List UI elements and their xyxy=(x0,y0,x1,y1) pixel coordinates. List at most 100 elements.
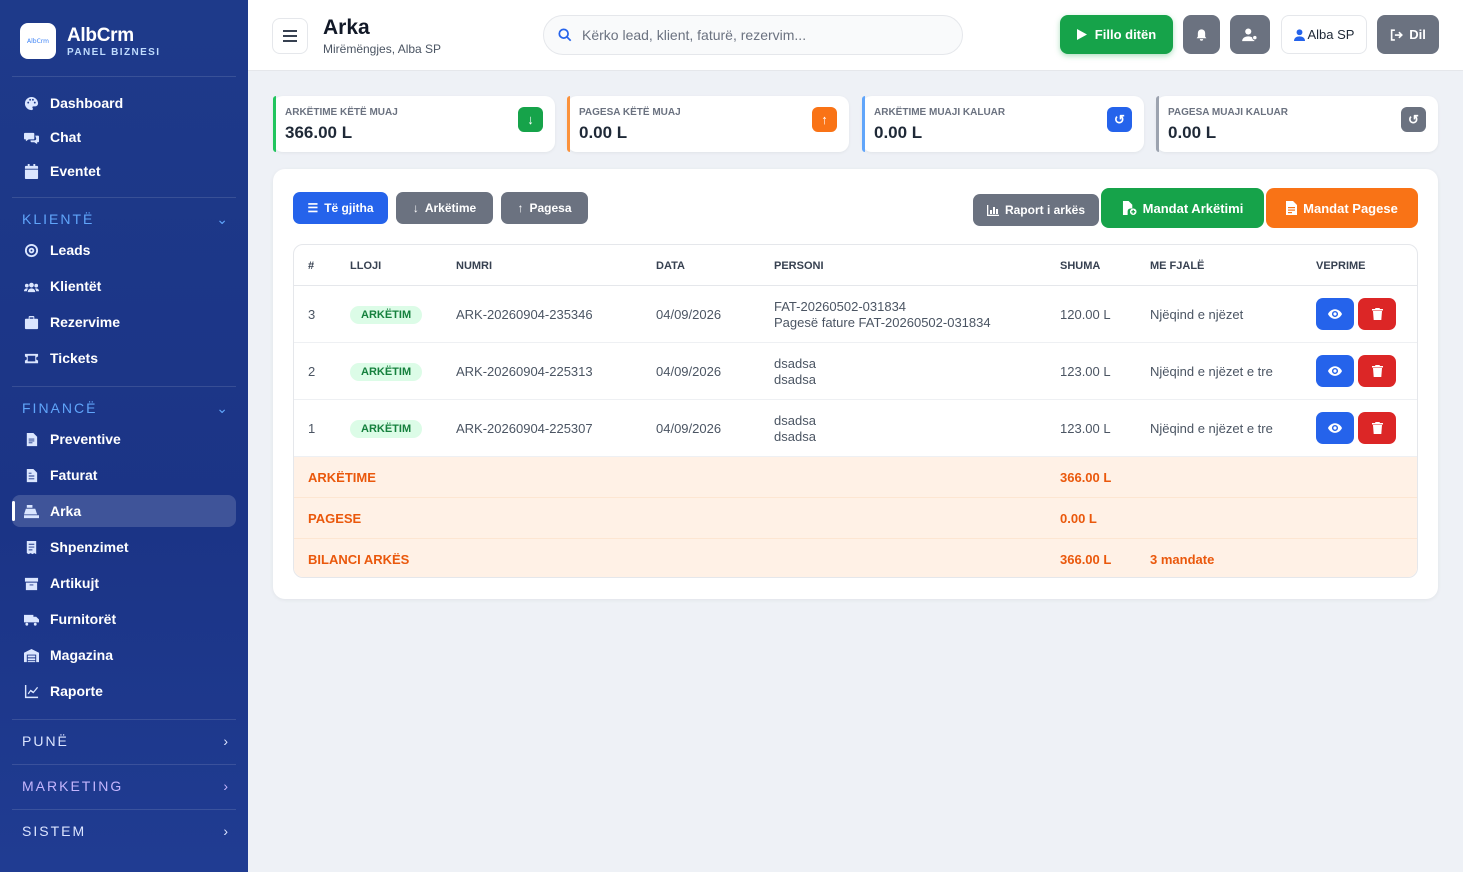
sidebar-item-tickets[interactable]: Tickets xyxy=(12,342,236,374)
brand[interactable]: AlbCrm AlbCrm PANEL BIZNESI xyxy=(20,23,160,59)
divider xyxy=(12,197,236,198)
history-icon: ↺ xyxy=(1107,107,1132,132)
sidebar-item-arka[interactable]: Arka xyxy=(12,495,236,527)
warehouse-icon xyxy=(22,646,40,664)
section-pune[interactable]: PUNË › xyxy=(22,730,228,752)
list-icon: ☰ xyxy=(307,201,319,215)
type-badge: ARKËTIM xyxy=(350,419,423,438)
file-icon xyxy=(22,430,40,448)
sidebar-item-chat[interactable]: Chat xyxy=(12,121,236,153)
table-row: 3 ARKËTIM ARK-20260904-235346 04/09/2026… xyxy=(294,286,1417,343)
chart-line-icon xyxy=(22,682,40,700)
brand-name: AlbCrm xyxy=(67,24,134,46)
menu-toggle-button[interactable] xyxy=(272,18,308,54)
stat-card-income-this-month: ARKËTIME KËTË MUAJ 366.00 L ↓ xyxy=(273,96,555,152)
table-header: # LLOJI NUMRI DATA PERSONI SHUMA ME FJAL… xyxy=(294,245,1417,286)
table-row: 1 ARKËTIM ARK-20260904-225307 04/09/2026… xyxy=(294,400,1417,457)
type-badge: ARKËTIM xyxy=(350,362,423,381)
sidebar-item-leads[interactable]: Leads xyxy=(12,234,236,266)
filter-all-button[interactable]: ☰ Të gjitha xyxy=(293,192,388,224)
greeting: Mirëmëngjes, Alba SP xyxy=(323,42,442,56)
chevron-down-icon: ⌄ xyxy=(216,210,228,227)
summary-row-income: ARKËTIME 366.00 L xyxy=(294,457,1417,498)
ticket-icon xyxy=(22,349,40,367)
new-payment-voucher-button[interactable]: Mandat Pagese xyxy=(1266,188,1418,228)
top-header: Arka Mirëmëngjes, Alba SP Fillo ditën Al… xyxy=(248,0,1463,71)
filter-income-button[interactable]: ↓ Arkëtime xyxy=(396,192,493,224)
section-finance[interactable]: FINANCË ⌄ xyxy=(22,397,228,419)
view-button[interactable] xyxy=(1316,355,1354,387)
divider xyxy=(12,386,236,387)
sidebar-item-eventet[interactable]: Eventet xyxy=(12,155,236,187)
eye-icon xyxy=(1328,366,1342,376)
trash-icon xyxy=(1371,365,1383,377)
notifications-button[interactable] xyxy=(1183,15,1220,54)
chevron-right-icon: › xyxy=(223,733,228,749)
briefcase-icon xyxy=(22,313,40,331)
team-button[interactable] xyxy=(1230,15,1270,54)
view-button[interactable] xyxy=(1316,298,1354,330)
sidebar-item-shpenzimet[interactable]: Shpenzimet xyxy=(12,531,236,563)
user-icon xyxy=(1293,28,1305,41)
search-bar[interactable] xyxy=(543,15,963,55)
hamburger-icon xyxy=(283,30,297,42)
view-button[interactable] xyxy=(1316,412,1354,444)
cash-register-panel: ☰ Të gjitha ↓ Arkëtime ↑ Pagesa Raport i ar… xyxy=(273,169,1438,599)
sidebar-item-klientet[interactable]: Klientët xyxy=(12,270,236,302)
arrow-up-icon: ↑ xyxy=(517,201,524,215)
user-profile-button[interactable]: Alba SP xyxy=(1281,15,1367,54)
vouchers-table: # LLOJI NUMRI DATA PERSONI SHUMA ME FJAL… xyxy=(293,244,1418,578)
file-plus-icon xyxy=(1122,201,1137,215)
history-icon: ↺ xyxy=(1401,107,1426,132)
filter-payments-button[interactable]: ↑ Pagesa xyxy=(501,192,588,224)
sidebar-item-magazina[interactable]: Magazina xyxy=(12,639,236,671)
bar-chart-icon xyxy=(986,204,999,216)
target-icon xyxy=(22,241,40,259)
sidebar-item-rezervime[interactable]: Rezervime xyxy=(12,306,236,338)
search-input[interactable] xyxy=(582,27,942,43)
sidebar-item-faturat[interactable]: Faturat xyxy=(12,459,236,491)
delete-button[interactable] xyxy=(1358,298,1396,330)
sign-out-icon xyxy=(1391,28,1404,41)
box-icon xyxy=(22,574,40,592)
chevron-right-icon: › xyxy=(223,823,228,839)
chevron-right-icon: › xyxy=(223,778,228,794)
chevron-down-icon: ⌄ xyxy=(216,399,228,416)
new-income-voucher-button[interactable]: Mandat Arkëtimi xyxy=(1101,188,1264,228)
type-badge: ARKËTIM xyxy=(350,305,423,324)
sidebar-item-dashboard[interactable]: Dashboard xyxy=(12,87,236,119)
calendar-icon xyxy=(22,162,40,180)
divider xyxy=(12,76,236,77)
palette-icon xyxy=(22,94,40,112)
play-icon xyxy=(1076,29,1087,40)
eye-icon xyxy=(1328,423,1342,433)
eye-icon xyxy=(1328,309,1342,319)
brand-subtitle: PANEL BIZNESI xyxy=(67,46,161,58)
cash-report-button[interactable]: Raport i arkës xyxy=(973,194,1099,226)
cash-register-icon xyxy=(22,502,40,520)
chat-icon xyxy=(22,128,40,146)
sidebar-item-preventive[interactable]: Preventive xyxy=(12,423,236,455)
delete-button[interactable] xyxy=(1358,355,1396,387)
file-invoice-icon xyxy=(1286,201,1298,215)
divider xyxy=(12,809,236,810)
logout-button[interactable]: Dil xyxy=(1377,15,1439,54)
divider xyxy=(12,764,236,765)
trash-icon xyxy=(1371,422,1383,434)
section-sistem[interactable]: SISTEM › xyxy=(22,820,228,842)
sidebar-item-artikujt[interactable]: Artikujt xyxy=(12,567,236,599)
stat-card-payments-last-month: PAGESA MUAJI KALUAR 0.00 L ↺ xyxy=(1156,96,1438,152)
invoice-icon xyxy=(22,466,40,484)
delete-button[interactable] xyxy=(1358,412,1396,444)
stat-card-income-last-month: ARKËTIME MUAJI KALUAR 0.00 L ↺ xyxy=(862,96,1144,152)
user-settings-icon xyxy=(1242,27,1258,41)
sidebar-item-furnitoret[interactable]: Furnitorët xyxy=(12,603,236,635)
brand-logo: AlbCrm xyxy=(20,23,56,59)
sidebar-item-raporte[interactable]: Raporte xyxy=(12,675,236,707)
start-day-button[interactable]: Fillo ditën xyxy=(1060,15,1173,54)
arrow-down-icon: ↓ xyxy=(412,201,419,215)
section-klientet[interactable]: KLIENTË ⌄ xyxy=(22,208,228,230)
section-marketing[interactable]: MARKETING › xyxy=(22,775,228,797)
sidebar: AlbCrm AlbCrm PANEL BIZNESI Dashboard Ch… xyxy=(0,0,248,872)
users-icon xyxy=(22,277,40,295)
